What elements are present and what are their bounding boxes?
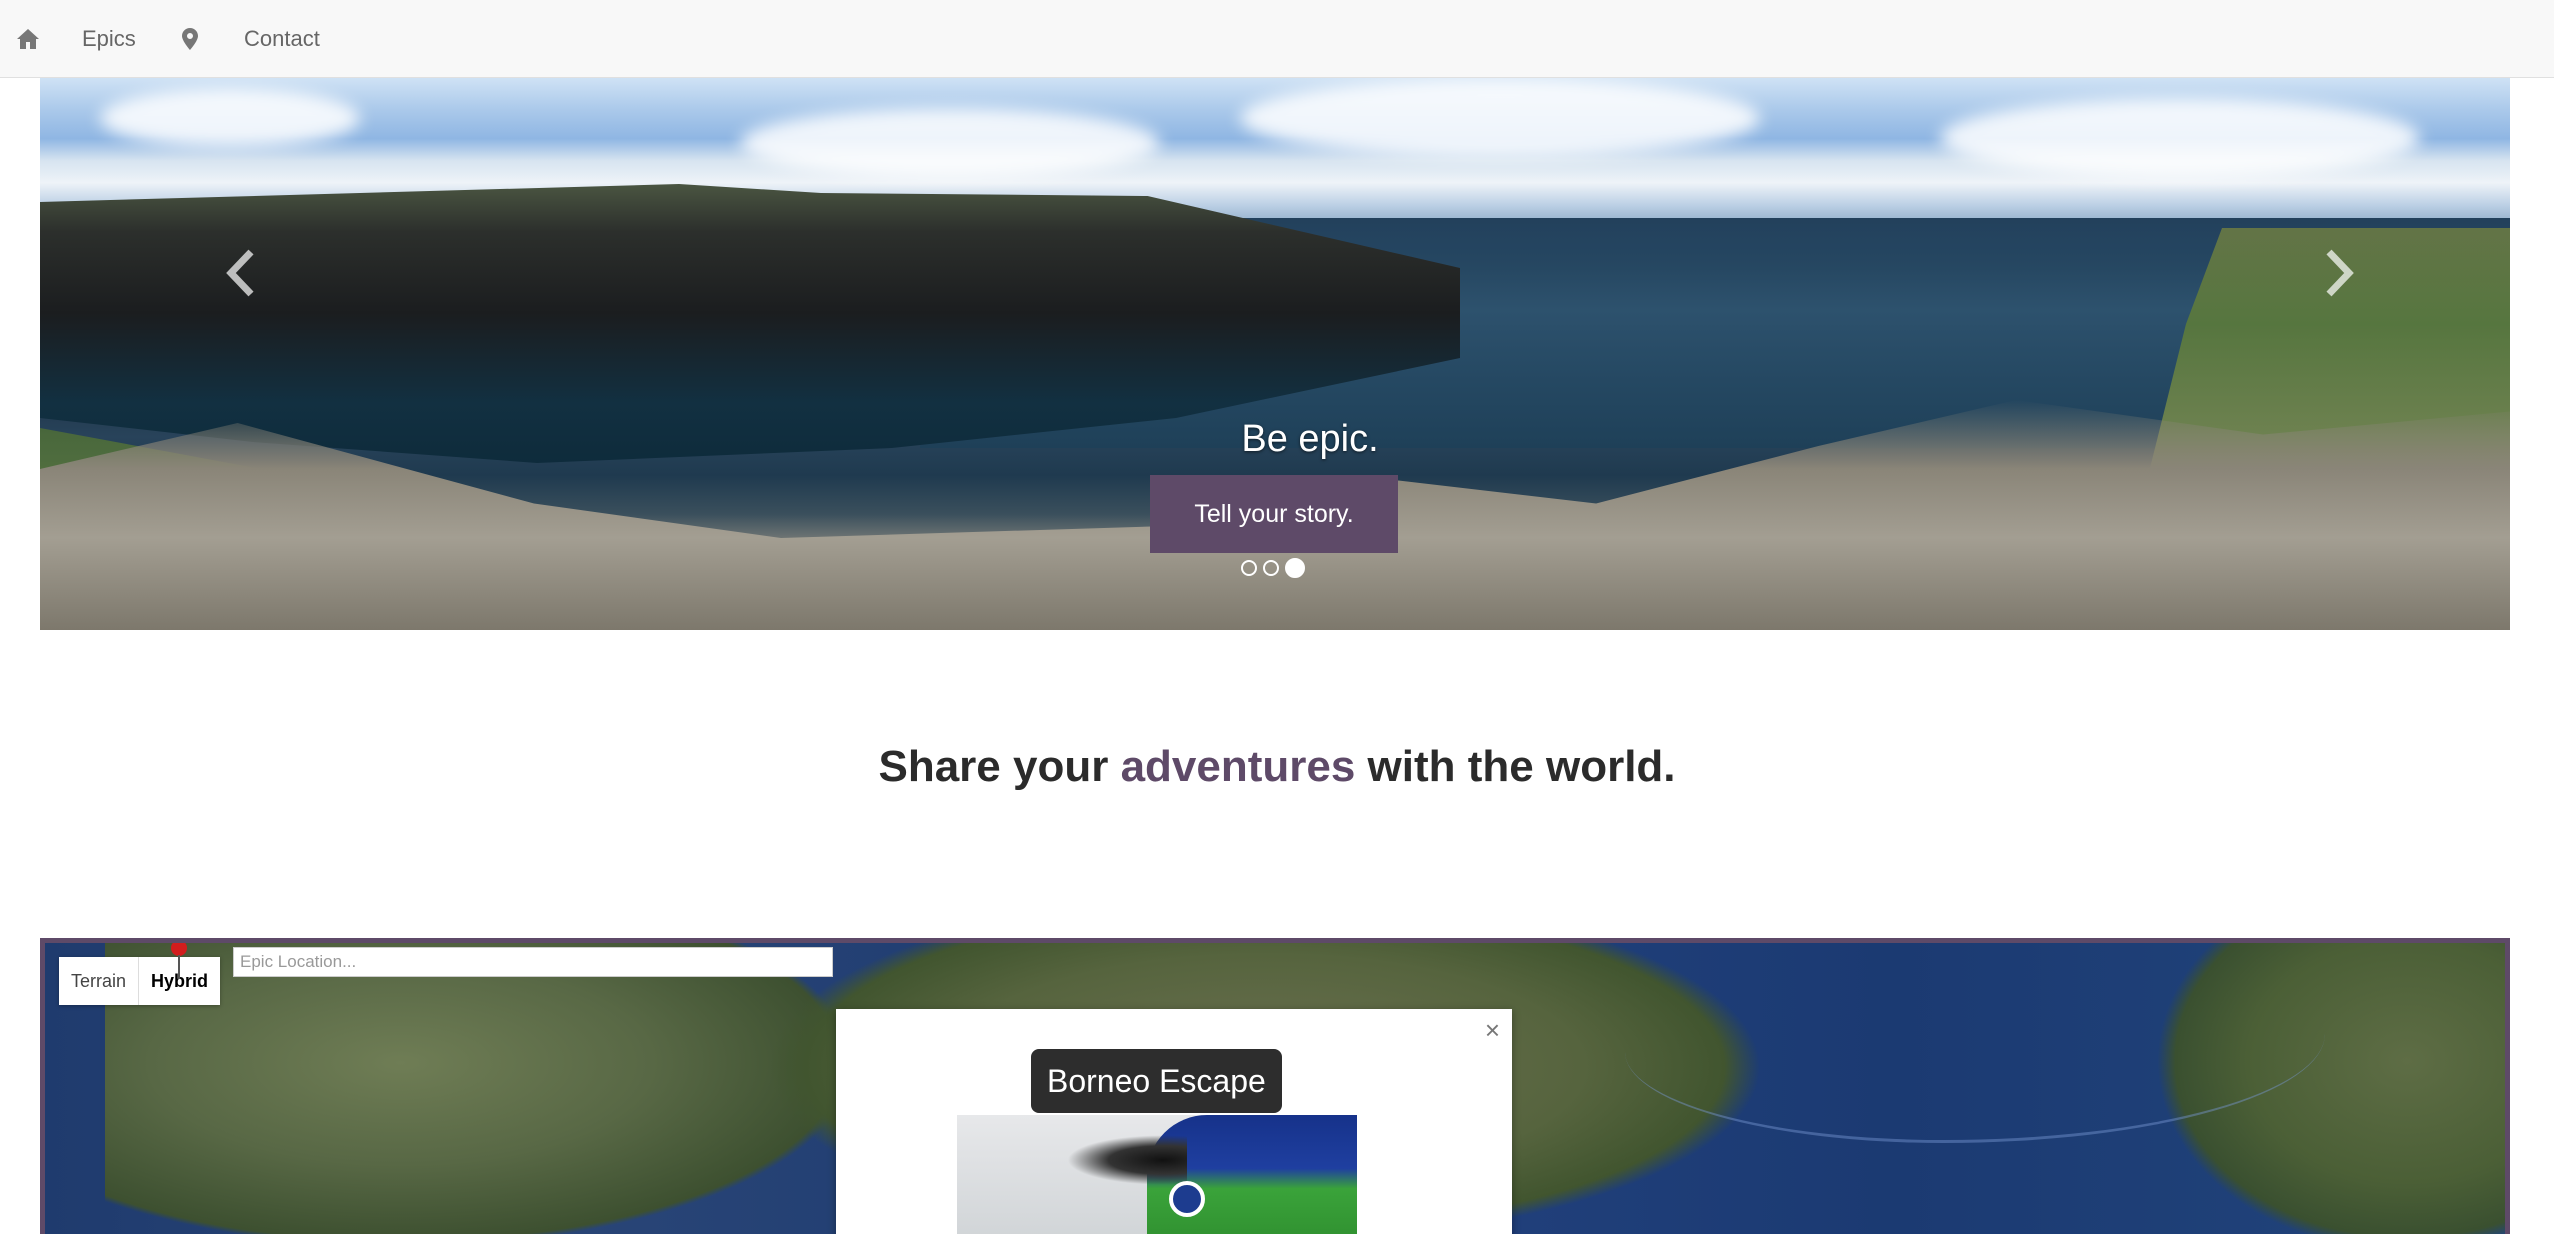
- cloud: [1240, 78, 1760, 158]
- cloud: [1940, 98, 2420, 178]
- cloud: [740, 108, 1160, 178]
- tell-your-story-button[interactable]: Tell your story.: [1150, 475, 1398, 553]
- carousel-indicators: [1241, 557, 1305, 579]
- cloud: [100, 88, 360, 148]
- chevron-right-icon[interactable]: [2310, 233, 2370, 313]
- propeller: [1067, 1135, 1187, 1185]
- carousel-indicator[interactable]: [1263, 560, 1279, 576]
- map-type-terrain[interactable]: Terrain: [59, 957, 140, 1005]
- close-icon[interactable]: ×: [1485, 1017, 1500, 1043]
- tagline-accent: adventures: [1120, 742, 1356, 791]
- tagline-text-before: Share your: [878, 742, 1121, 791]
- chevron-left-icon[interactable]: [210, 233, 270, 313]
- nav-link-contact[interactable]: Contact: [244, 0, 320, 78]
- world-map[interactable]: Terrain Hybrid × Borneo Escape: [40, 938, 2510, 1234]
- map-marker-icon[interactable]: [169, 943, 189, 979]
- carousel-indicator[interactable]: [1241, 560, 1257, 576]
- home-icon[interactable]: [14, 0, 42, 78]
- tagline: Share your adventures with the world.: [0, 742, 2554, 792]
- nav-link-epics[interactable]: Epics: [82, 0, 136, 78]
- epic-thumbnail[interactable]: [957, 1115, 1357, 1234]
- hero-carousel: Be epic. Tell your story.: [40, 78, 2510, 630]
- tagline-text-after: with the world.: [1355, 742, 1676, 791]
- carousel-indicator-active[interactable]: [1285, 558, 1305, 578]
- navbar: Epics Contact: [0, 0, 2554, 78]
- epic-title[interactable]: Borneo Escape: [1031, 1049, 1282, 1113]
- map-info-window: × Borneo Escape: [836, 1009, 1512, 1234]
- map-pin-icon[interactable]: [180, 0, 200, 78]
- carousel-caption-title: Be epic.: [1241, 418, 1379, 460]
- map-type-control: Terrain Hybrid: [59, 957, 221, 1005]
- airline-logo: [1169, 1181, 1205, 1217]
- epic-location-input[interactable]: [233, 947, 833, 977]
